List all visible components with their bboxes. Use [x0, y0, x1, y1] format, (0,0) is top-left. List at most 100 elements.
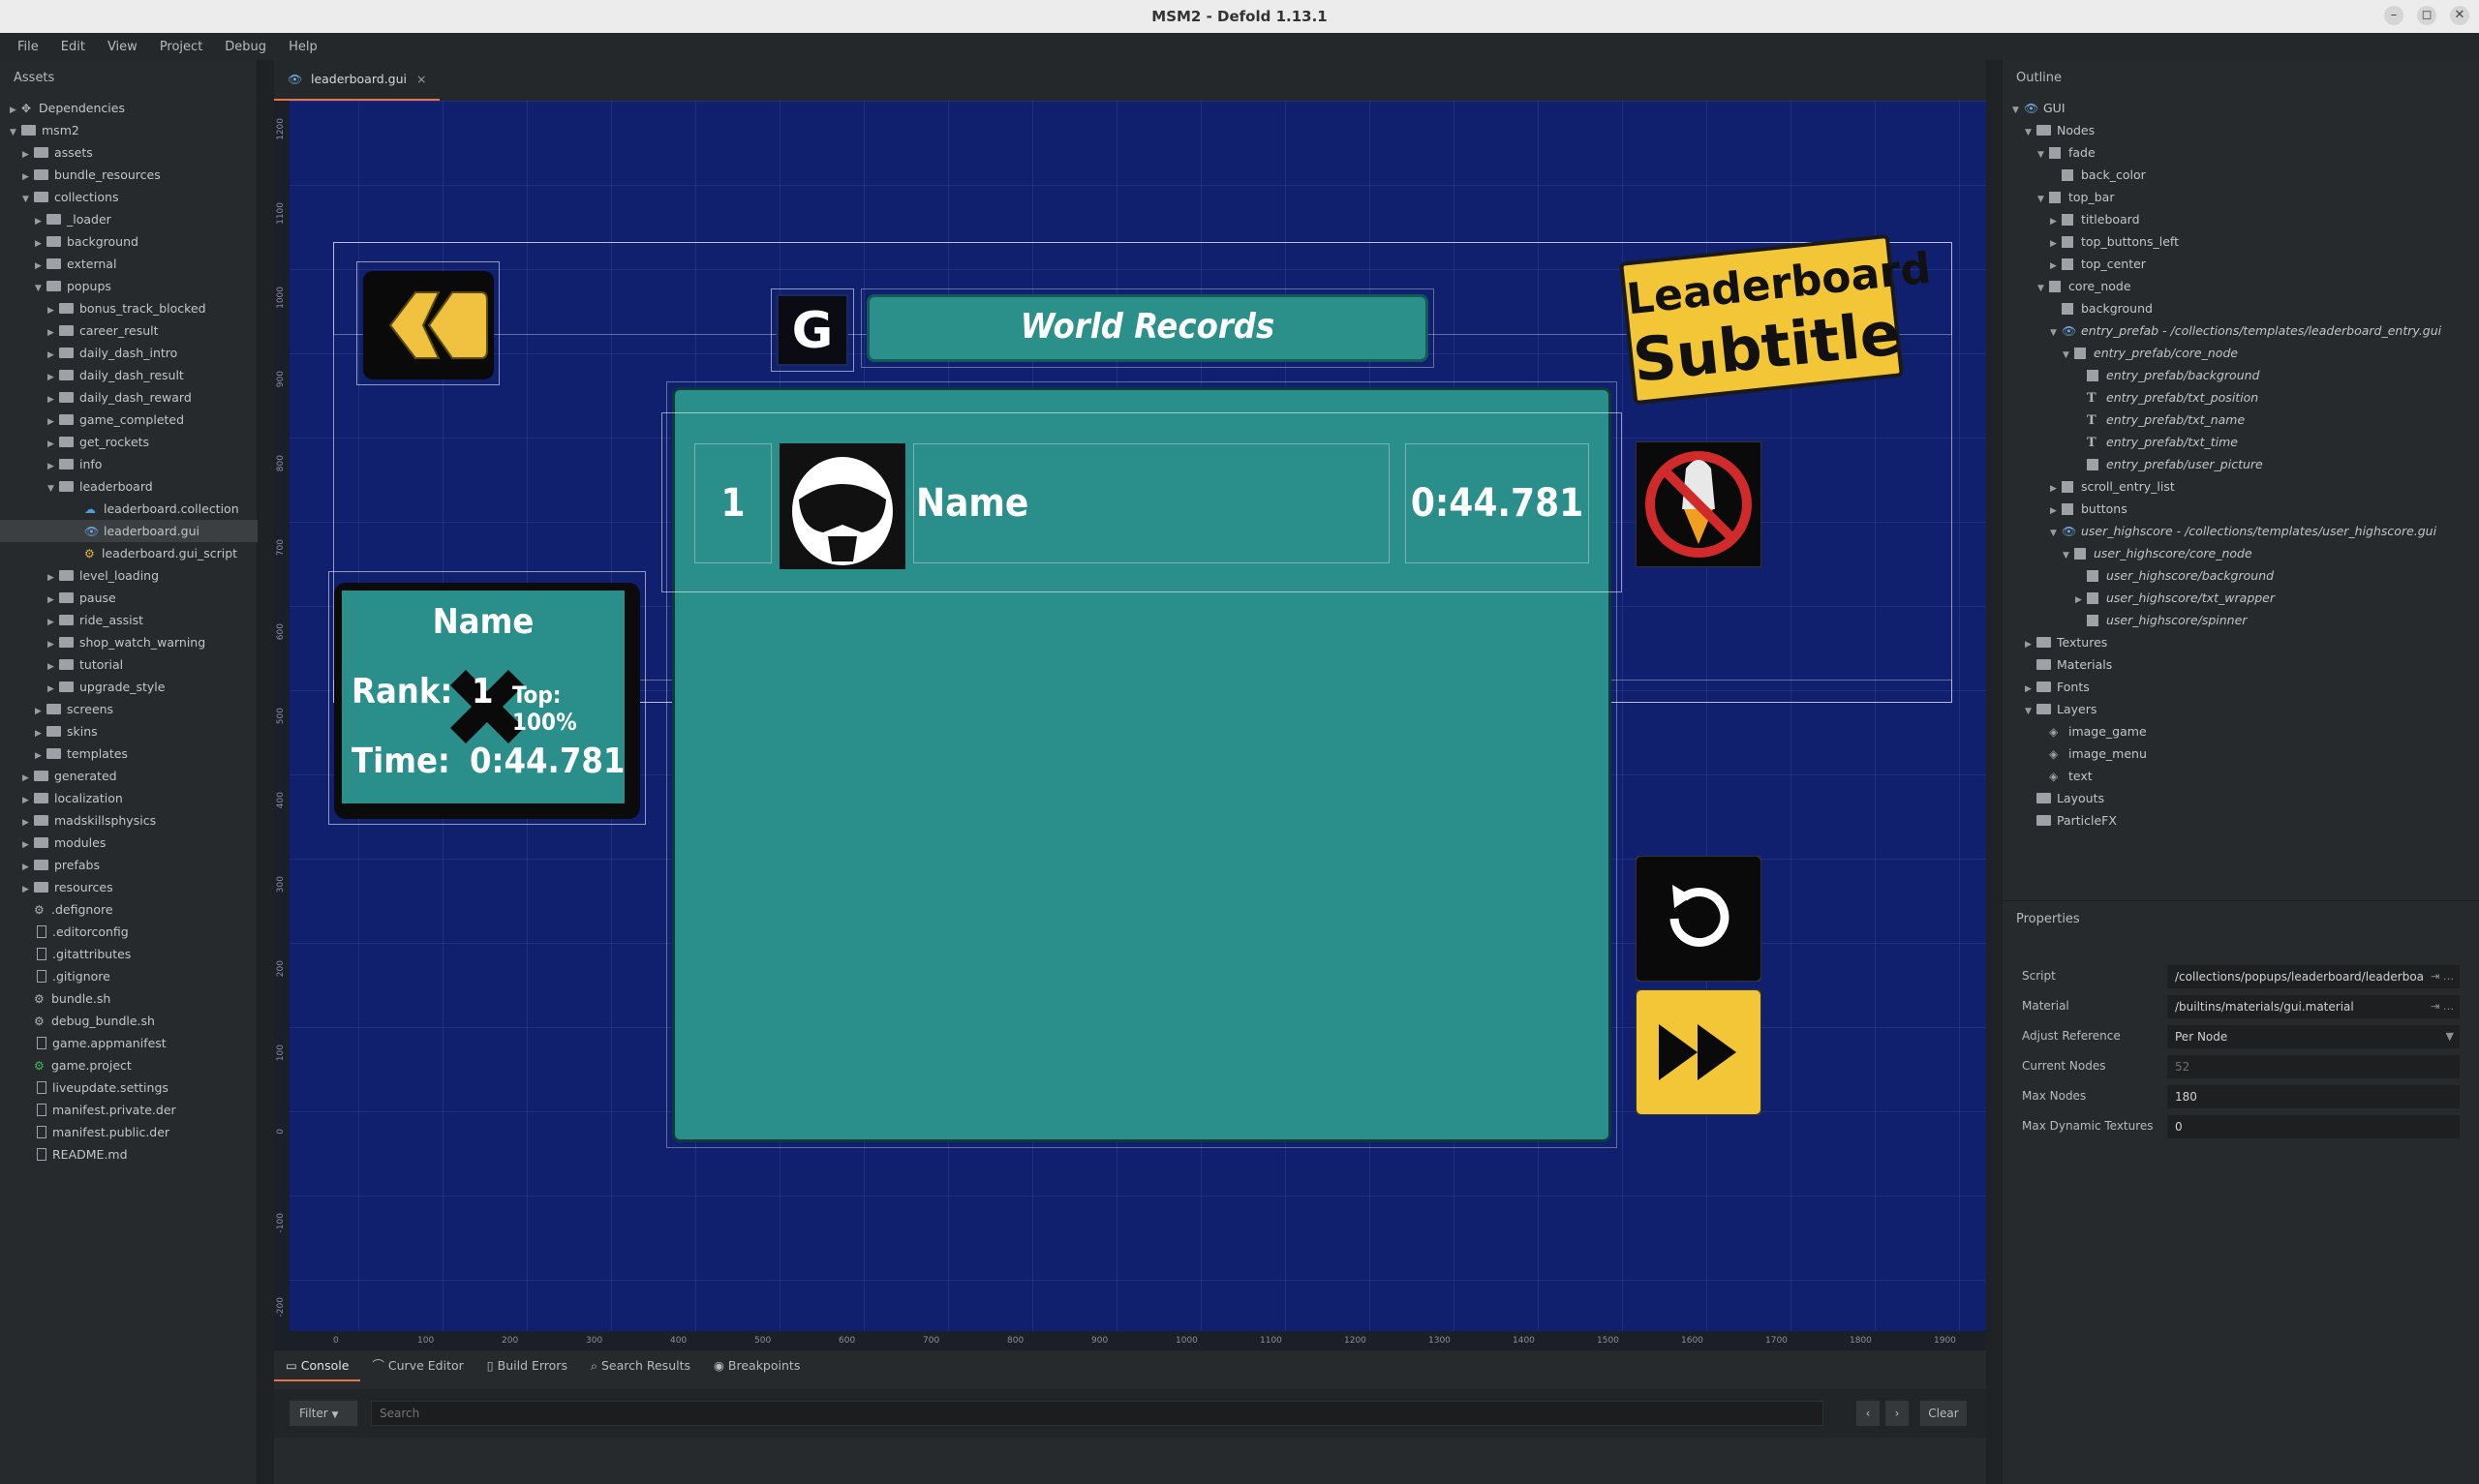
- close-icon[interactable]: ✕: [2450, 6, 2469, 25]
- asset-row[interactable]: ▶ career_result: [0, 319, 258, 342]
- menu-debug[interactable]: Debug: [225, 40, 266, 54]
- asset-row[interactable]: ▶ tutorial: [0, 653, 258, 676]
- asset-row[interactable]: ▼ leaderboard: [0, 475, 258, 498]
- menu-file[interactable]: File: [17, 40, 39, 54]
- asset-row[interactable]: ▶ daily_dash_reward: [0, 386, 258, 409]
- asset-row[interactable]: ▶ _loader: [0, 208, 258, 230]
- asset-row[interactable]: ▶ assets: [0, 141, 258, 164]
- outline-row[interactable]: back_color: [2003, 164, 2479, 186]
- outline-row[interactable]: entry_prefab/user_picture: [2003, 453, 2479, 475]
- asset-row[interactable]: ▼ popups: [0, 275, 258, 297]
- asset-row[interactable]: ▶ daily_dash_intro: [0, 342, 258, 364]
- property-value[interactable]: 0: [2167, 1115, 2460, 1138]
- outline-row[interactable]: ▶ user_highscore/txt_wrapper: [2003, 587, 2479, 609]
- asset-row[interactable]: ▶ bundle_resources: [0, 164, 258, 186]
- property-actions-icon[interactable]: ⇥ …: [2425, 965, 2454, 988]
- minimize-icon[interactable]: –: [2384, 6, 2403, 25]
- asset-row[interactable]: ⚙ .defignore: [0, 898, 258, 921]
- asset-row[interactable]: 👁 leaderboard.gui: [0, 520, 258, 542]
- outline-row[interactable]: ▶ Textures: [2003, 631, 2479, 653]
- property-value[interactable]: /collections/popups/leaderboard/leaderbo…: [2167, 965, 2460, 988]
- asset-row[interactable]: ▶ upgrade_style: [0, 676, 258, 698]
- next-match-button[interactable]: ›: [1885, 1401, 1909, 1426]
- outline-row[interactable]: ▶ top_center: [2003, 253, 2479, 275]
- outline-row[interactable]: ▼ core_node: [2003, 275, 2479, 297]
- outline-row[interactable]: user_highscore/background: [2003, 564, 2479, 587]
- asset-row[interactable]: manifest.private.der: [0, 1099, 258, 1121]
- asset-row[interactable]: ▶ game_completed: [0, 409, 258, 431]
- asset-row[interactable]: ▶ prefabs: [0, 854, 258, 876]
- filter-dropdown[interactable]: Filter ▼: [290, 1401, 357, 1426]
- outline-row[interactable]: Layouts: [2003, 787, 2479, 809]
- asset-row[interactable]: ▼ msm2: [0, 119, 258, 141]
- outline-row[interactable]: ▶ top_buttons_left: [2003, 230, 2479, 253]
- asset-row[interactable]: ▶ info: [0, 453, 258, 475]
- asset-row[interactable]: ▶ localization: [0, 787, 258, 809]
- tab-close-icon[interactable]: ×: [416, 72, 426, 86]
- outline-row[interactable]: Materials: [2003, 653, 2479, 676]
- tab-console[interactable]: ▭ Console: [274, 1350, 361, 1381]
- outline-row[interactable]: ◈ image_menu: [2003, 742, 2479, 765]
- tab-build-errors[interactable]: ▯ Build Errors: [475, 1350, 579, 1381]
- asset-row[interactable]: ▶ background: [0, 230, 258, 253]
- asset-row[interactable]: ▶ modules: [0, 832, 258, 854]
- asset-row[interactable]: liveupdate.settings: [0, 1076, 258, 1099]
- asset-row[interactable]: ▶ screens: [0, 698, 258, 720]
- menu-edit[interactable]: Edit: [61, 40, 85, 54]
- outline-row[interactable]: ParticleFX: [2003, 809, 2479, 832]
- gui-viewport[interactable]: G World Records Leaderboard Subtitle 1 N…: [274, 101, 1986, 1350]
- asset-row[interactable]: ▶ daily_dash_result: [0, 364, 258, 386]
- restart-button[interactable]: [1636, 856, 1761, 982]
- outline-row[interactable]: background: [2003, 297, 2479, 319]
- asset-row[interactable]: ▶ ✥ Dependencies: [0, 97, 258, 119]
- outline-row[interactable]: ▶ scroll_entry_list: [2003, 475, 2479, 498]
- property-value[interactable]: 180: [2167, 1085, 2460, 1108]
- outline-row[interactable]: ▼ Layers: [2003, 698, 2479, 720]
- back-button[interactable]: [363, 271, 494, 379]
- asset-row[interactable]: ⚙ bundle.sh: [0, 987, 258, 1010]
- google-refresh-button[interactable]: G: [777, 294, 848, 366]
- asset-row[interactable]: manifest.public.der: [0, 1121, 258, 1143]
- property-actions-icon[interactable]: ⇥ …: [2425, 995, 2454, 1018]
- outline-row[interactable]: ▼ Nodes: [2003, 119, 2479, 141]
- outline-row[interactable]: ▶ buttons: [2003, 498, 2479, 520]
- outline-row[interactable]: ▼ 👁 entry_prefab - /collections/templates/…: [2003, 319, 2479, 342]
- asset-row[interactable]: ▶ bonus_track_blocked: [0, 297, 258, 319]
- asset-row[interactable]: ⚙ game.project: [0, 1054, 258, 1076]
- tab-leaderboard-gui[interactable]: 👁 leaderboard.gui ×: [274, 60, 441, 101]
- asset-row[interactable]: ▶ skins: [0, 720, 258, 742]
- asset-row[interactable]: ▶ ride_assist: [0, 609, 258, 631]
- asset-row[interactable]: ▶ get_rockets: [0, 431, 258, 453]
- console-search-input[interactable]: [371, 1401, 1823, 1426]
- asset-row[interactable]: ▶ generated: [0, 765, 258, 787]
- fast-forward-button[interactable]: [1636, 989, 1761, 1115]
- property-value[interactable]: Per Node ▼: [2167, 1025, 2460, 1048]
- asset-row[interactable]: game.appmanifest: [0, 1032, 258, 1054]
- asset-row[interactable]: ▶ level_loading: [0, 564, 258, 587]
- asset-row[interactable]: ⚙ debug_bundle.sh: [0, 1010, 258, 1032]
- no-rocket-button[interactable]: [1636, 441, 1761, 567]
- outline-row[interactable]: user_highscore/spinner: [2003, 609, 2479, 631]
- tab-breakpoints[interactable]: ◉ Breakpoints: [702, 1350, 811, 1381]
- asset-row[interactable]: .gitignore: [0, 965, 258, 987]
- asset-row[interactable]: .gitattributes: [0, 943, 258, 965]
- tab-search-results[interactable]: ⌕ Search Results: [579, 1350, 702, 1381]
- tab-curve-editor[interactable]: ⌒ Curve Editor: [360, 1350, 474, 1381]
- outline-row[interactable]: ▼ 👁 user_highscore - /collections/template…: [2003, 520, 2479, 542]
- asset-row[interactable]: ▶ templates: [0, 742, 258, 765]
- asset-row[interactable]: ☁ leaderboard.collection: [0, 498, 258, 520]
- outline-row[interactable]: ◈ text: [2003, 765, 2479, 787]
- outline-row[interactable]: entry_prefab/background: [2003, 364, 2479, 386]
- asset-row[interactable]: ⚙ leaderboard.gui_script: [0, 542, 258, 564]
- asset-row[interactable]: ▶ resources: [0, 876, 258, 898]
- outline-row[interactable]: ▼ fade: [2003, 141, 2479, 164]
- menu-help[interactable]: Help: [289, 40, 318, 54]
- asset-row[interactable]: ▼ collections: [0, 186, 258, 208]
- asset-row[interactable]: ▶ pause: [0, 587, 258, 609]
- asset-row[interactable]: README.md: [0, 1143, 258, 1166]
- outline-row[interactable]: ▶ titleboard: [2003, 208, 2479, 230]
- menu-view[interactable]: View: [107, 40, 138, 54]
- clear-button[interactable]: Clear: [1920, 1401, 1967, 1426]
- outline-row[interactable]: ▼ top_bar: [2003, 186, 2479, 208]
- asset-row[interactable]: ▶ shop_watch_warning: [0, 631, 258, 653]
